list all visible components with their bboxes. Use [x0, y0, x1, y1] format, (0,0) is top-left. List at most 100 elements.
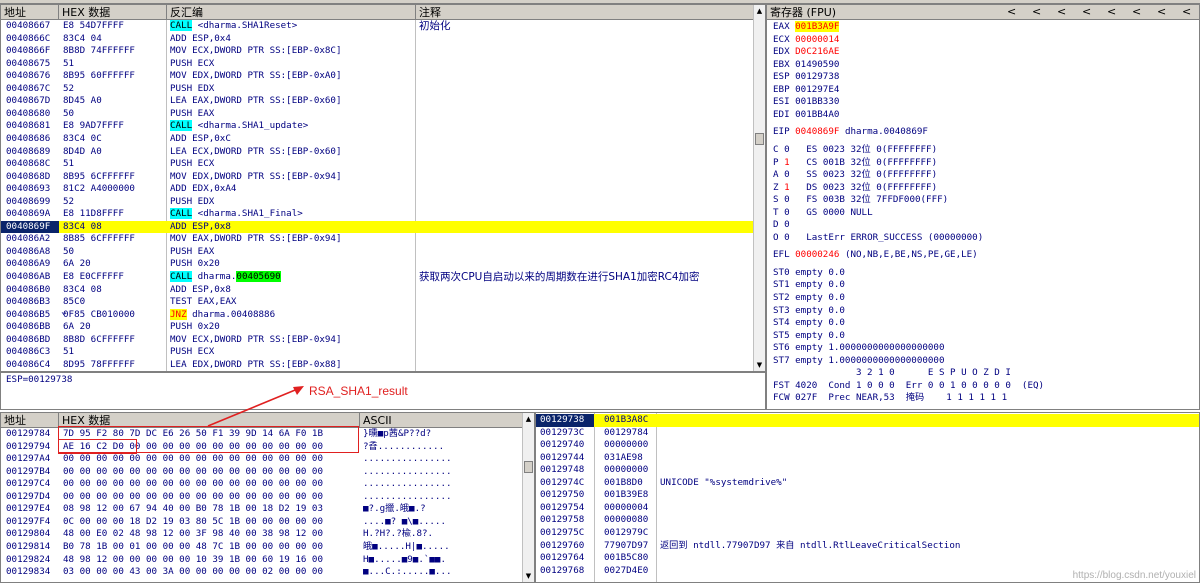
disasm-row[interactable]: 00408693 81C2 A4000000 ADD EDX,0xA4 [1, 183, 755, 196]
register-value[interactable]: 00129738 [795, 71, 839, 82]
row-address: 0040866C [6, 32, 51, 44]
fpu-register[interactable]: ST5 empty 0.0 [773, 330, 845, 341]
collapse-chevron-icon[interactable]: < [1057, 5, 1066, 18]
stack-row[interactable]: 00129760 77907D97 返回到 ntdll.77907D97 来自 nt… [536, 540, 1199, 553]
disasm-row[interactable]: 0040867D 8D45 A0 LEA EAX,DWORD PTR SS:[EBP… [1, 95, 755, 108]
stack-row[interactable]: 00129748 00000000 [536, 464, 1199, 477]
stack-row[interactable]: 00129738 001B3A8C [536, 414, 1199, 427]
dump-row[interactable]: 00129814 B0 78 1B 00 01 00 00 00 48 7C 1B… [1, 541, 523, 554]
dump-row[interactable]: 001297D4 00 00 00 00 00 00 00 00 00 00 00… [1, 491, 523, 504]
disasm-row[interactable]: 004086C4 8D95 78FFFFFF LEA EDX,DWORD PTR S… [1, 359, 755, 371]
disasm-row[interactable]: 004086A9 6A 20 PUSH 0x20 [1, 258, 755, 271]
register-value[interactable]: 001BB4A0 [795, 109, 839, 120]
disasm-row[interactable]: 004086A2 8B85 6CFFFFFF MOV EAX,DWORD PTR S… [1, 233, 755, 246]
disasm-row[interactable]: 00408675 51 PUSH ECX [1, 58, 755, 71]
disasm-row[interactable]: 00408680 50 PUSH EAX [1, 108, 755, 121]
dump-scrollbar[interactable]: ▲ ▼ [522, 413, 534, 582]
disasm-row[interactable]: 00408667 E8 54D7FFFF CALL <dharma.SHA1Rese… [1, 20, 755, 33]
scroll-down-icon[interactable]: ▼ [755, 360, 764, 370]
dump-col-header-address[interactable]: 地址 [1, 413, 59, 428]
fpu-register[interactable]: ST4 empty 0.0 [773, 317, 845, 328]
stack-row[interactable]: 00129754 00000004 [536, 502, 1199, 515]
disasm-row[interactable]: 0040868C 51 PUSH ECX [1, 158, 755, 171]
row-address: 00408693 [6, 183, 51, 195]
collapse-chevron-icon[interactable]: < [1182, 5, 1191, 18]
scroll-thumb[interactable] [524, 461, 533, 473]
dump-col-header-ascii[interactable]: ASCII [360, 413, 523, 428]
fpu-register[interactable]: ST6 empty 1.0000000000000000000 [773, 342, 944, 353]
dump-row[interactable]: 001297B4 00 00 00 00 00 00 00 00 00 00 00… [1, 466, 523, 479]
dump-row[interactable]: 00129824 48 98 12 00 00 00 00 00 10 39 1B… [1, 554, 523, 567]
register-value[interactable]: 00000014 [795, 34, 839, 45]
col-header-hex[interactable]: HEX 数据 [59, 5, 167, 20]
collapse-chevron-icon[interactable]: < [1082, 5, 1091, 18]
annotation-label: RSA_SHA1_result [309, 384, 408, 398]
dump-row[interactable]: 001297F4 0C 00 00 00 18 D2 19 03 80 5C 1B… [1, 516, 523, 529]
disasm-row[interactable]: 00408676 8B95 60FFFFFF MOV EDX,DWORD PTR S… [1, 70, 755, 83]
disasm-row[interactable]: 00408681 E8 9AD7FFFF CALL <dharma.SHA1_upd… [1, 120, 755, 133]
fpu-register[interactable]: ST3 empty 0.0 [773, 305, 845, 316]
disasm-scrollbar[interactable]: ▲ ▼ [753, 5, 765, 371]
disasm-row[interactable]: 004086B0 83C4 08 ADD ESP,0x8 [1, 284, 755, 297]
stack-row[interactable]: 00129764 001B5C80 [536, 552, 1199, 565]
collapse-chevron-icon[interactable]: < [1007, 5, 1016, 18]
stack-row[interactable]: 00129744 031AE98 [536, 452, 1199, 465]
collapse-chevron-icon[interactable]: < [1107, 5, 1116, 18]
disasm-row[interactable]: 0040869F 83C4 08 ADD ESP,0x8 [1, 220, 755, 234]
dump-row[interactable]: 00129834 03 00 00 00 43 00 3A 00 00 00 00… [1, 566, 523, 579]
register-value[interactable]: 00000246 [795, 249, 839, 260]
row-target[interactable]: 00405690 [236, 271, 281, 282]
collapse-chevron-icon[interactable]: < [1032, 5, 1041, 18]
fpu-register[interactable]: ST7 empty 1.0000000000000000000 [773, 355, 944, 366]
row-operands: PUSH ECX [170, 158, 215, 170]
flag-segment: CS 001B 32位 0(FFFFFFFF) [789, 156, 938, 168]
scroll-down-icon[interactable]: ▼ [524, 571, 533, 581]
stack-row[interactable]: 00129750 001B39E8 [536, 489, 1199, 502]
flag-value[interactable]: 0 [784, 219, 790, 230]
register-value[interactable]: 01490590 [795, 59, 839, 70]
disasm-row[interactable]: 004086BD 8B8D 6CFFFFFF MOV ECX,DWORD PTR S… [1, 334, 755, 347]
fpu-register[interactable]: ST2 empty 0.0 [773, 292, 845, 303]
dump-row[interactable]: 001297E4 08 98 12 00 67 94 40 00 B0 78 1B… [1, 503, 523, 516]
disasm-row[interactable]: 004086B3 85C0 TEST EAX,EAX [1, 296, 755, 309]
collapse-chevron-icon[interactable]: < [1132, 5, 1141, 18]
fpu-control[interactable]: FCW 027F Prec NEAR,53 掩码 1 1 1 1 1 1 [773, 392, 1007, 403]
stack-row[interactable]: 00129740 00000000 [536, 439, 1199, 452]
col-header-comment[interactable]: 注释 [416, 5, 755, 20]
disasm-row[interactable]: 004086AB E8 E0CFFFFF CALL dharma.00405690 获… [1, 271, 755, 284]
stack-row[interactable]: 0012973C 00129784 [536, 427, 1199, 440]
collapse-chevron-icon[interactable]: < [1157, 5, 1166, 18]
stack-row[interactable]: 0012974C 001B8D0 UNICODE "%systemdrive%" [536, 477, 1199, 490]
fpu-register[interactable]: ST1 empty 0.0 [773, 279, 845, 290]
scroll-thumb[interactable] [755, 133, 764, 145]
register-value[interactable]: 0040869F [795, 126, 839, 137]
fpu-status[interactable]: FST 4020 Cond 1 0 0 0 Err 0 0 1 0 0 0 0 … [773, 380, 1044, 391]
row-opcode: CALL [170, 20, 193, 31]
register-value[interactable]: D0C216AE [795, 46, 839, 57]
disasm-row[interactable]: 0040867C 52 PUSH EDX [1, 83, 755, 96]
dump-row[interactable]: 00129804 48 00 E0 02 48 98 12 00 3F 98 40… [1, 528, 523, 541]
disasm-row[interactable]: 0040868D 8B95 6CFFFFFF MOV EDX,DWORD PTR S… [1, 171, 755, 184]
disasm-row[interactable]: 004086C3 51 PUSH ECX [1, 346, 755, 359]
fpu-register[interactable]: ST0 empty 0.0 [773, 267, 845, 278]
register-value[interactable]: 001B3A9F [795, 21, 840, 32]
stack-row[interactable]: 00129758 00000080 [536, 514, 1199, 527]
disasm-row[interactable]: 0040866F 8B8D 74FFFFFF MOV ECX,DWORD PTR S… [1, 45, 755, 58]
register-value[interactable]: 001297E4 [795, 84, 839, 95]
disasm-row[interactable]: 00408699 52 PUSH EDX [1, 196, 755, 209]
dump-row[interactable]: 001297C4 00 00 00 00 00 00 00 00 00 00 00… [1, 478, 523, 491]
stack-row[interactable]: 0012975C 0012979C [536, 527, 1199, 540]
dump-row[interactable]: 001297A4 00 00 00 00 00 00 00 00 00 00 00… [1, 453, 523, 466]
disasm-row[interactable]: 0040866C 83C4 04 ADD ESP,0x4 [1, 33, 755, 46]
disasm-row[interactable]: 004086A8 50 PUSH EAX [1, 246, 755, 259]
disasm-row[interactable]: 00408689 8D4D A0 LEA ECX,DWORD PTR SS:[EBP… [1, 146, 755, 159]
disasm-row[interactable]: 00408686 83C4 0C ADD ESP,0xC [1, 133, 755, 146]
disasm-row[interactable]: 0040869A E8 11D8FFFF CALL <dharma.SHA1_Fin… [1, 208, 755, 221]
col-header-address[interactable]: 地址 [1, 5, 59, 20]
disasm-row[interactable]: 004086B5 0F85 CB010000 JNZ dharma.00408886 [1, 308, 755, 322]
register-value[interactable]: 001BB330 [795, 96, 839, 107]
disasm-row[interactable]: 004086BB 6A 20 PUSH 0x20 [1, 321, 755, 334]
scroll-up-icon[interactable]: ▲ [755, 6, 764, 16]
col-header-disasm[interactable]: 反汇编 [167, 5, 416, 20]
scroll-up-icon[interactable]: ▲ [524, 414, 533, 424]
